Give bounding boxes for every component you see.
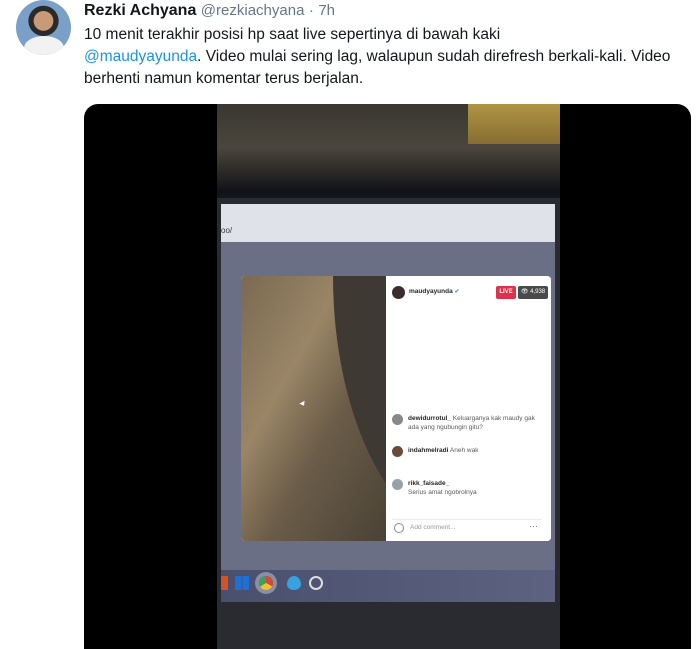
- video-frame[interactable]: oo/ maudyayunda ✔ LIVE 👁 4,938 dewidurro…: [217, 104, 560, 649]
- tweet-header: Rezki Achyana @rezkiachyana · 7h: [84, 1, 335, 21]
- emoji-icon: [394, 523, 404, 533]
- mention-link[interactable]: @maudyayunda: [84, 48, 197, 65]
- comment-text: Serius amat ngobrolnya: [408, 489, 477, 496]
- live-video-image: [241, 276, 386, 541]
- taskbar-app-icon: [221, 576, 228, 590]
- mouse-cursor-icon: [299, 400, 307, 408]
- comment-placeholder: Add comment...: [410, 524, 456, 531]
- more-dots-icon: ···: [529, 521, 538, 531]
- live-side-panel: maudyayunda ✔ LIVE 👁 4,938 dewidurrotul_…: [386, 276, 551, 541]
- separator-dot: ·: [308, 2, 314, 19]
- os-taskbar: [221, 570, 555, 602]
- viewer-count: 👁 4,938: [518, 286, 548, 299]
- browser-address-bar: oo/: [221, 204, 555, 242]
- verified-badge-icon: ✔: [454, 289, 460, 295]
- ig-avatar: [392, 286, 405, 299]
- windows-icon: [235, 576, 249, 590]
- avatar-shirt: [24, 36, 64, 55]
- instagram-live-modal: maudyayunda ✔ LIVE 👁 4,938 dewidurrotul_…: [241, 276, 551, 541]
- live-header: maudyayunda ✔ LIVE 👁 4,938: [392, 286, 548, 302]
- comment-avatar: [392, 479, 403, 490]
- drop-app-icon: [287, 576, 301, 590]
- user-handle[interactable]: @rezkiachyana: [201, 2, 305, 19]
- video-player[interactable]: oo/ maudyayunda ✔ LIVE 👁 4,938 dewidurro…: [84, 104, 691, 649]
- ig-username: maudyayunda ✔: [409, 288, 460, 295]
- address-fragment: oo/: [221, 226, 233, 235]
- comment-user: indahmelradi: [408, 447, 449, 454]
- live-badge: LIVE: [496, 286, 516, 299]
- tweet-text-part1: 10 menit terakhir posisi hp saat live se…: [84, 26, 501, 43]
- profile-avatar[interactable]: [16, 0, 71, 55]
- background-shelf: [468, 104, 560, 144]
- comment-user: dewidurrotul_: [408, 415, 451, 422]
- comment-user: rikk_faisade_: [408, 480, 450, 487]
- comment-input: Add comment... ···: [392, 519, 542, 534]
- tweet-text: 10 menit terakhir posisi hp saat live se…: [84, 24, 684, 90]
- comment-avatar: [392, 414, 403, 425]
- clock-icon: [309, 576, 323, 590]
- display-name[interactable]: Rezki Achyana: [84, 2, 196, 19]
- comment-avatar: [392, 446, 403, 457]
- timestamp[interactable]: 7h: [318, 2, 335, 19]
- chrome-icon: [259, 576, 273, 590]
- monitor-screen: oo/ maudyayunda ✔ LIVE 👁 4,938 dewidurro…: [221, 204, 555, 602]
- comment-text: Aneh wak: [449, 447, 479, 454]
